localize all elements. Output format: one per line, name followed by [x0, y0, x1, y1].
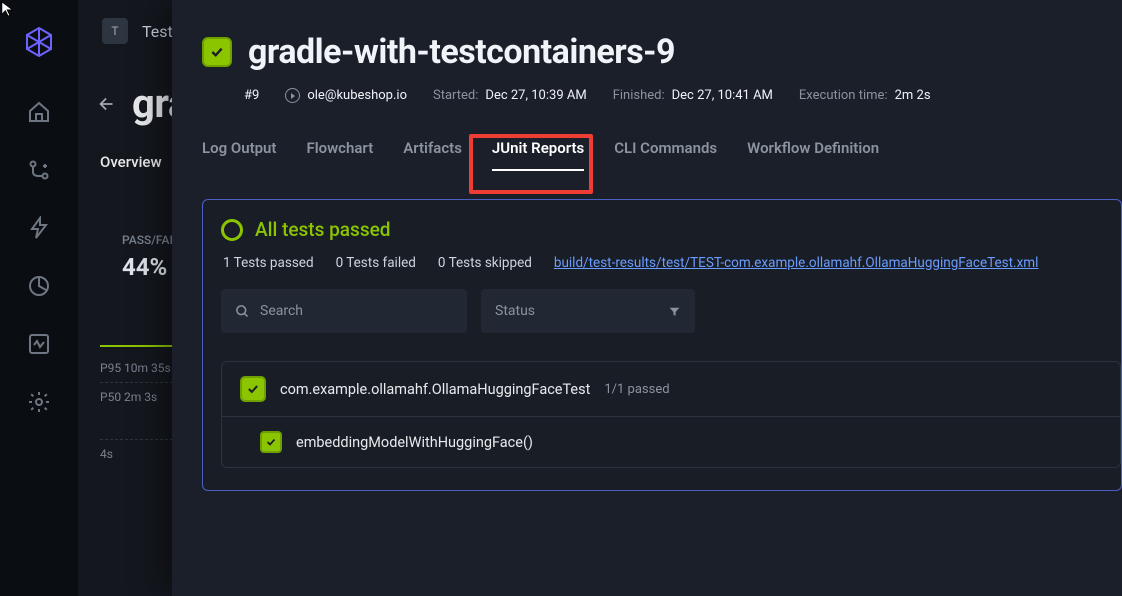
- search-input[interactable]: Search: [221, 289, 467, 333]
- execution-title: gradle-with-testcontainers-9: [248, 32, 675, 72]
- started-value: Dec 27, 10:39 AM: [485, 88, 586, 103]
- search-icon: [235, 304, 250, 319]
- lightning-icon[interactable]: [27, 216, 51, 240]
- author-email: ole@kubeshop.io: [307, 88, 407, 103]
- filter-icon: [668, 305, 681, 318]
- suite-count: 1/1 passed: [604, 382, 669, 397]
- exec-time-label: Execution time:: [799, 88, 888, 103]
- run-number: #9: [244, 88, 259, 103]
- test-case-name: embeddingModelWithHuggingFace(): [296, 434, 533, 451]
- suite-name: com.example.ollamahf.OllamaHuggingFaceTe…: [280, 381, 590, 398]
- tab-workflow-definition[interactable]: Workflow Definition: [747, 139, 879, 171]
- test-case-row[interactable]: embeddingModelWithHuggingFace(): [222, 416, 1120, 467]
- tab-log-output[interactable]: Log Output: [202, 139, 276, 171]
- report-file-link[interactable]: build/test-results/test/TEST-com.example…: [554, 255, 1039, 271]
- tests-skipped-count: 0 Tests skipped: [438, 255, 532, 271]
- tab-artifacts[interactable]: Artifacts: [403, 139, 462, 171]
- gear-icon[interactable]: [27, 390, 51, 414]
- main-nav-sidebar: [0, 0, 78, 596]
- home-icon[interactable]: [27, 100, 51, 124]
- activity-icon[interactable]: [27, 332, 51, 356]
- junit-report-box: All tests passed 1 Tests passed 0 Tests …: [202, 199, 1122, 491]
- tab-cli-commands[interactable]: CLI Commands: [614, 139, 717, 171]
- exec-time-value: 2m 2s: [895, 88, 931, 103]
- tests-passed-count: 1 Tests passed: [223, 255, 314, 271]
- tab-flowchart[interactable]: Flowchart: [306, 139, 373, 171]
- suite-pass-icon: [240, 376, 266, 402]
- status-filter-select[interactable]: Status: [481, 289, 695, 333]
- test-suite-group: com.example.ollamahf.OllamaHuggingFaceTe…: [221, 361, 1121, 468]
- tab-junit-reports[interactable]: JUnit Reports: [492, 139, 584, 171]
- status-placeholder: Status: [495, 303, 535, 319]
- workspace-avatar[interactable]: T: [102, 18, 128, 44]
- report-headline: All tests passed: [255, 218, 390, 241]
- back-arrow-icon[interactable]: [96, 93, 118, 115]
- finished-value: Dec 27, 10:41 AM: [672, 88, 773, 103]
- branch-plus-icon[interactable]: [27, 158, 51, 182]
- finished-label: Finished:: [613, 88, 665, 103]
- tests-failed-count: 0 Tests failed: [336, 255, 416, 271]
- test-pass-icon: [260, 431, 282, 453]
- status-success-icon: [202, 37, 232, 67]
- pie-chart-icon[interactable]: [27, 274, 51, 298]
- panel-tabs: Log Output Flowchart Artifacts JUnit Report…: [202, 103, 1122, 171]
- execution-detail-panel: gradle-with-testcontainers-9 #9 ole@kube…: [172, 0, 1122, 596]
- passed-ring-icon: [221, 219, 243, 241]
- play-circle-icon: [285, 88, 300, 103]
- search-placeholder: Search: [260, 303, 303, 319]
- started-label: Started:: [433, 88, 478, 103]
- test-suite-row[interactable]: com.example.ollamahf.OllamaHuggingFaceTe…: [222, 362, 1120, 416]
- app-logo-icon[interactable]: [23, 26, 55, 58]
